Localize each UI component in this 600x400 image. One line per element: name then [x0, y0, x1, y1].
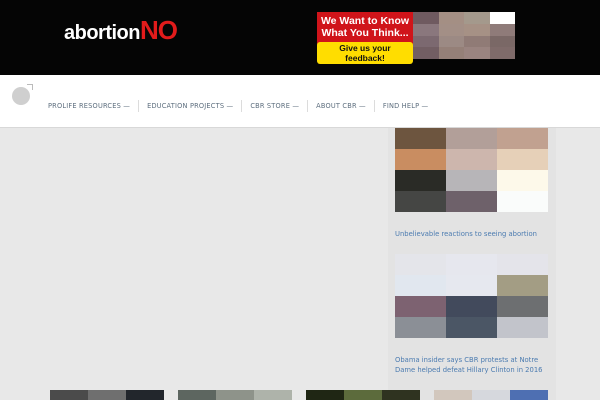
- banner-pixel: [464, 47, 490, 59]
- post-thumbnail[interactable]: [306, 390, 420, 400]
- banner-pixel: [489, 12, 515, 24]
- banner-pixel: [464, 35, 490, 48]
- top-header: abortionNO We Want to Know What You Thin…: [0, 0, 600, 75]
- thumbnail-pixel: [395, 170, 446, 191]
- thumbnail-pixel: [446, 149, 497, 170]
- thumbnail-pixel: [254, 390, 292, 400]
- banner-pixel: [438, 23, 464, 36]
- nav-item-find-help[interactable]: FIND HELP —: [375, 100, 437, 112]
- thumbnail-pixel: [446, 275, 497, 296]
- banner-pixel: [489, 35, 515, 48]
- banner-pixel: [438, 35, 464, 48]
- post-thumbnail-1[interactable]: [395, 128, 548, 212]
- thumbnail-pixel: [88, 390, 126, 400]
- banner-headline-1: We Want to Know: [320, 15, 410, 27]
- banner-pixel: [464, 12, 490, 24]
- banner-pixel: [413, 12, 439, 24]
- thumbnail-pixel: [395, 296, 446, 317]
- main-navigation: PROLIFE RESOURCES — EDUCATION PROJECTS —…: [0, 75, 600, 128]
- banner-pixel: [413, 35, 439, 48]
- nav-item-cbr-store[interactable]: CBR STORE —: [242, 100, 309, 112]
- banner-pixel: [438, 12, 464, 24]
- nav-item-education-projects[interactable]: EDUCATION PROJECTS —: [139, 100, 243, 112]
- thumbnail-pixel: [395, 275, 446, 296]
- thumbnail-pixel: [497, 317, 548, 338]
- logo-word-abortion: abortion: [64, 22, 141, 44]
- banner-headline-2: What You Think...: [321, 27, 409, 39]
- thumbnail-pixel: [395, 191, 446, 212]
- nav-item-prolife-resources[interactable]: PROLIFE RESOURCES —: [40, 100, 140, 112]
- thumbnail-pixel: [50, 390, 88, 400]
- thumbnail-pixel: [126, 390, 164, 400]
- thumbnail-pixel: [395, 254, 446, 275]
- thumbnail-pixel: [216, 390, 254, 400]
- bomb-icon[interactable]: [12, 84, 33, 105]
- thumbnail-pixel: [395, 128, 446, 149]
- thumbnail-pixel: [510, 390, 548, 400]
- thumbnail-pixel: [497, 275, 548, 296]
- banner-pixel: [489, 47, 515, 59]
- thumbnail-pixel: [497, 128, 548, 149]
- site-logo[interactable]: abortionNO: [64, 15, 178, 45]
- post-thumbnail-2[interactable]: [395, 254, 548, 338]
- thumbnail-pixel: [178, 390, 216, 400]
- thumbnail-pixel: [497, 296, 548, 317]
- banner-photo-pixelated: [413, 12, 515, 59]
- thumbnail-pixel: [446, 317, 497, 338]
- thumbnail-pixel: [395, 317, 446, 338]
- thumbnail-pixel: [395, 149, 446, 170]
- bottom-thumbnail-strip: [50, 390, 548, 400]
- nav-item-about-cbr[interactable]: ABOUT CBR —: [308, 100, 375, 112]
- banner-pixel: [438, 47, 464, 59]
- thumbnail-pixel: [446, 296, 497, 317]
- thumbnail-pixel: [306, 390, 344, 400]
- thumbnail-pixel: [497, 191, 548, 212]
- banner-pixel: [464, 23, 490, 36]
- nav-menu: PROLIFE RESOURCES — EDUCATION PROJECTS —…: [40, 100, 436, 112]
- thumbnail-pixel: [446, 254, 497, 275]
- thumbnail-pixel: [446, 128, 497, 149]
- thumbnail-pixel: [472, 390, 510, 400]
- banner-pixel: [413, 23, 439, 36]
- post-thumbnail[interactable]: [434, 390, 548, 400]
- sidebar-related-posts: Unbelievable reactions to seeing abortio…: [388, 128, 556, 400]
- logo-word-no: NO: [140, 15, 178, 45]
- feedback-button[interactable]: Give us your feedback!: [317, 42, 413, 64]
- thumbnail-pixel: [434, 390, 472, 400]
- banner-pixel: [489, 23, 515, 36]
- banner-pixel: [413, 47, 439, 59]
- post-thumbnail[interactable]: [178, 390, 292, 400]
- thumbnail-pixel: [446, 170, 497, 191]
- banner-text-panel: We Want to Know What You Think... Give u…: [317, 12, 413, 64]
- thumbnail-pixel: [344, 390, 382, 400]
- thumbnail-pixel: [446, 191, 497, 212]
- post-link-2[interactable]: Obama insider says CBR protests at Notre…: [395, 355, 545, 375]
- post-thumbnail[interactable]: [50, 390, 164, 400]
- post-link-1[interactable]: Unbelievable reactions to seeing abortio…: [395, 229, 545, 239]
- thumbnail-pixel: [497, 170, 548, 191]
- thumbnail-pixel: [382, 390, 420, 400]
- feedback-banner-ad[interactable]: We Want to Know What You Think... Give u…: [317, 12, 515, 64]
- thumbnail-pixel: [497, 149, 548, 170]
- thumbnail-pixel: [497, 254, 548, 275]
